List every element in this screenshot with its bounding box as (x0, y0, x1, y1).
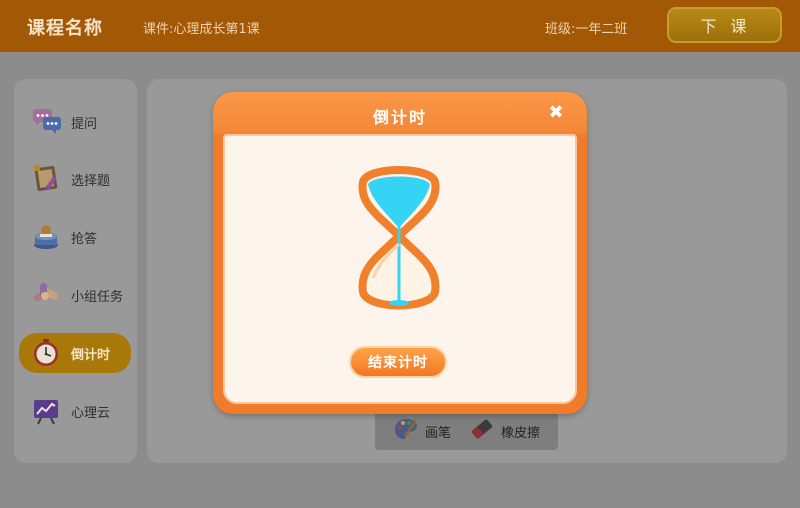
pen-tool-button[interactable]: 画笔 (393, 416, 451, 446)
stopwatch-icon (31, 338, 61, 368)
dialog-title: 倒计时 (372, 108, 427, 127)
sidebar-item-buzzer[interactable]: 抢答 (19, 217, 131, 257)
close-icon[interactable]: ✖ (545, 101, 567, 123)
sidebar-item-psych-cloud[interactable]: 心理云 (19, 391, 131, 431)
sidebar-item-label: 倒计时 (71, 347, 111, 363)
sidebar-item-label: 心理云 (71, 405, 111, 421)
class-info: 班级:一年二班 (545, 22, 628, 37)
pen-tool-label: 画笔 (425, 425, 452, 441)
sidebar-item-countdown[interactable]: 倒计时 (19, 333, 131, 373)
palette-pen-icon (393, 416, 419, 446)
sidebar-item-quiz[interactable]: 选择题 (19, 159, 131, 199)
countdown-dialog: 倒计时 ✖ 结束计时 (213, 92, 587, 414)
sidebar-item-label: 抢答 (71, 231, 98, 247)
stop-timer-button[interactable]: 结束计时 (349, 346, 447, 378)
sidebar-item-label: 选择题 (71, 173, 111, 189)
end-class-button[interactable]: 下课 (667, 7, 782, 43)
eraser-tool-button[interactable]: 橡皮擦 (469, 416, 540, 446)
dialog-body: 结束计时 (223, 134, 577, 404)
eraser-icon (469, 416, 495, 446)
group-task-icon (31, 280, 61, 310)
sidebar-item-label: 小组任务 (71, 289, 124, 305)
tool-sidebar: 提问 选择题 抢答 小组任务 倒计时 心理云 (14, 79, 137, 463)
courseware-label: 课件:心理成长第1课 (143, 22, 260, 37)
top-bar: 课程名称 课件:心理成长第1课 班级:一年二班 下课 (0, 0, 800, 52)
course-title: 课程名称 (27, 18, 103, 39)
quiz-board-icon (31, 164, 61, 194)
chart-board-icon (31, 396, 61, 426)
chat-bubbles-icon (31, 107, 61, 137)
dialog-title-bar: 倒计时 ✖ (213, 92, 587, 134)
sidebar-item-label: 提问 (71, 116, 98, 132)
buzzer-icon (31, 222, 61, 252)
sidebar-item-group-task[interactable]: 小组任务 (19, 275, 131, 315)
drawing-toolbar: 画笔 橡皮擦 (375, 412, 558, 450)
hourglass-icon (349, 164, 449, 328)
eraser-tool-label: 橡皮擦 (501, 425, 541, 441)
sidebar-item-question[interactable]: 提问 (19, 102, 131, 142)
